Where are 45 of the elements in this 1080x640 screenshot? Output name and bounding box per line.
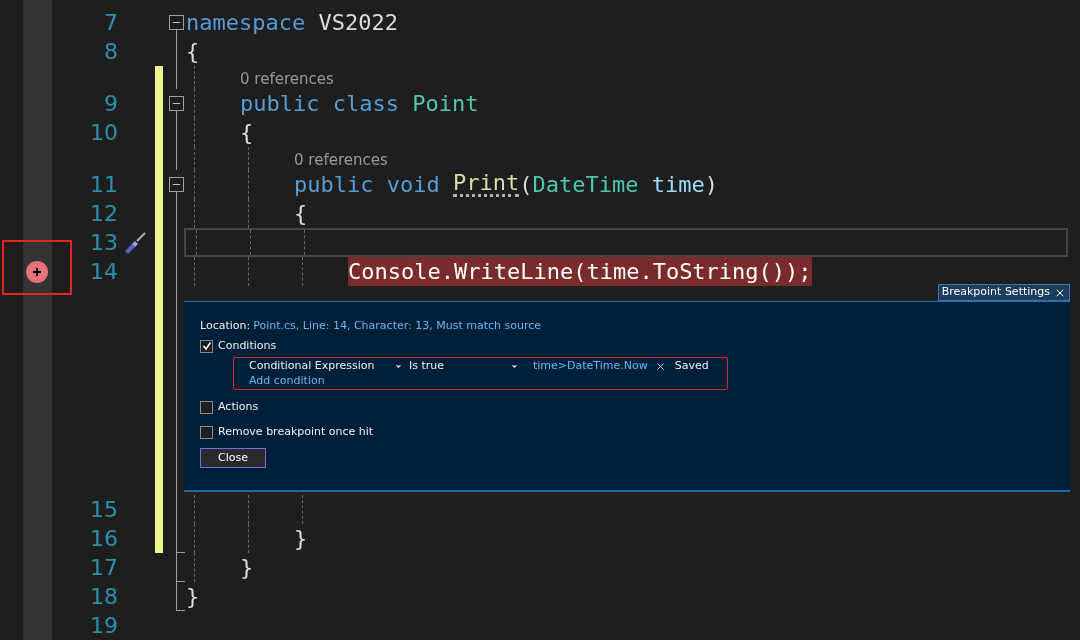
option-label: Actions: [218, 398, 259, 415]
close-button[interactable]: Close: [200, 448, 266, 468]
line-number: 7: [104, 11, 118, 34]
panel-tab[interactable]: Breakpoint Settings: [937, 284, 1070, 301]
code-line: }: [294, 524, 308, 553]
line-number: 13: [90, 231, 118, 254]
line-number: 19: [90, 614, 118, 637]
checkbox[interactable]: [200, 425, 213, 439]
code-line: public void Print(DateTime time): [294, 170, 718, 199]
line-number: 8: [104, 40, 118, 63]
code-line: public class Point: [240, 89, 479, 118]
code-line: {: [186, 37, 200, 66]
code-line: {: [294, 199, 308, 228]
checkbox[interactable]: [200, 339, 213, 353]
condition-type-dropdown[interactable]: Conditional Expression: [249, 357, 407, 375]
add-condition-link[interactable]: Add condition: [249, 373, 325, 390]
collapse-icon[interactable]: [168, 15, 184, 30]
line-number: 18: [90, 585, 118, 608]
codelens-references[interactable]: 0 references: [294, 153, 388, 170]
codelens-references[interactable]: 0 references: [240, 72, 334, 89]
line-number: 15: [90, 498, 118, 521]
option-label: Remove breakpoint once hit: [218, 423, 374, 440]
condition-mode-dropdown[interactable]: Is true: [409, 357, 523, 375]
line-number: 12: [90, 202, 118, 225]
collapse-icon[interactable]: [168, 177, 184, 192]
location-link[interactable]: Point.cs, Line: 14, Character: 13, Must match source: [253, 317, 542, 335]
saved-status: Saved: [674, 357, 709, 374]
line-number: 11: [90, 173, 118, 196]
condition-expression[interactable]: time>DateTime.Now: [533, 357, 648, 375]
code-line: }: [240, 553, 254, 582]
remove-icon[interactable]: [654, 360, 666, 372]
code-line: {: [240, 118, 254, 147]
line-number: 17: [90, 556, 118, 579]
code-line: }: [186, 582, 200, 611]
line-number: 9: [104, 92, 118, 115]
conditions-label: Conditions: [218, 337, 277, 354]
checkbox[interactable]: [200, 400, 213, 414]
code-line: namespace VS2022: [186, 8, 398, 37]
line-number: 10: [90, 121, 118, 144]
collapse-icon[interactable]: [168, 96, 184, 111]
location-label: Location:: [200, 317, 251, 334]
breakpoint-icon[interactable]: [26, 260, 48, 283]
line-number: 16: [90, 527, 118, 550]
line-number: 14: [90, 260, 118, 283]
screwdriver-icon[interactable]: [123, 230, 147, 255]
